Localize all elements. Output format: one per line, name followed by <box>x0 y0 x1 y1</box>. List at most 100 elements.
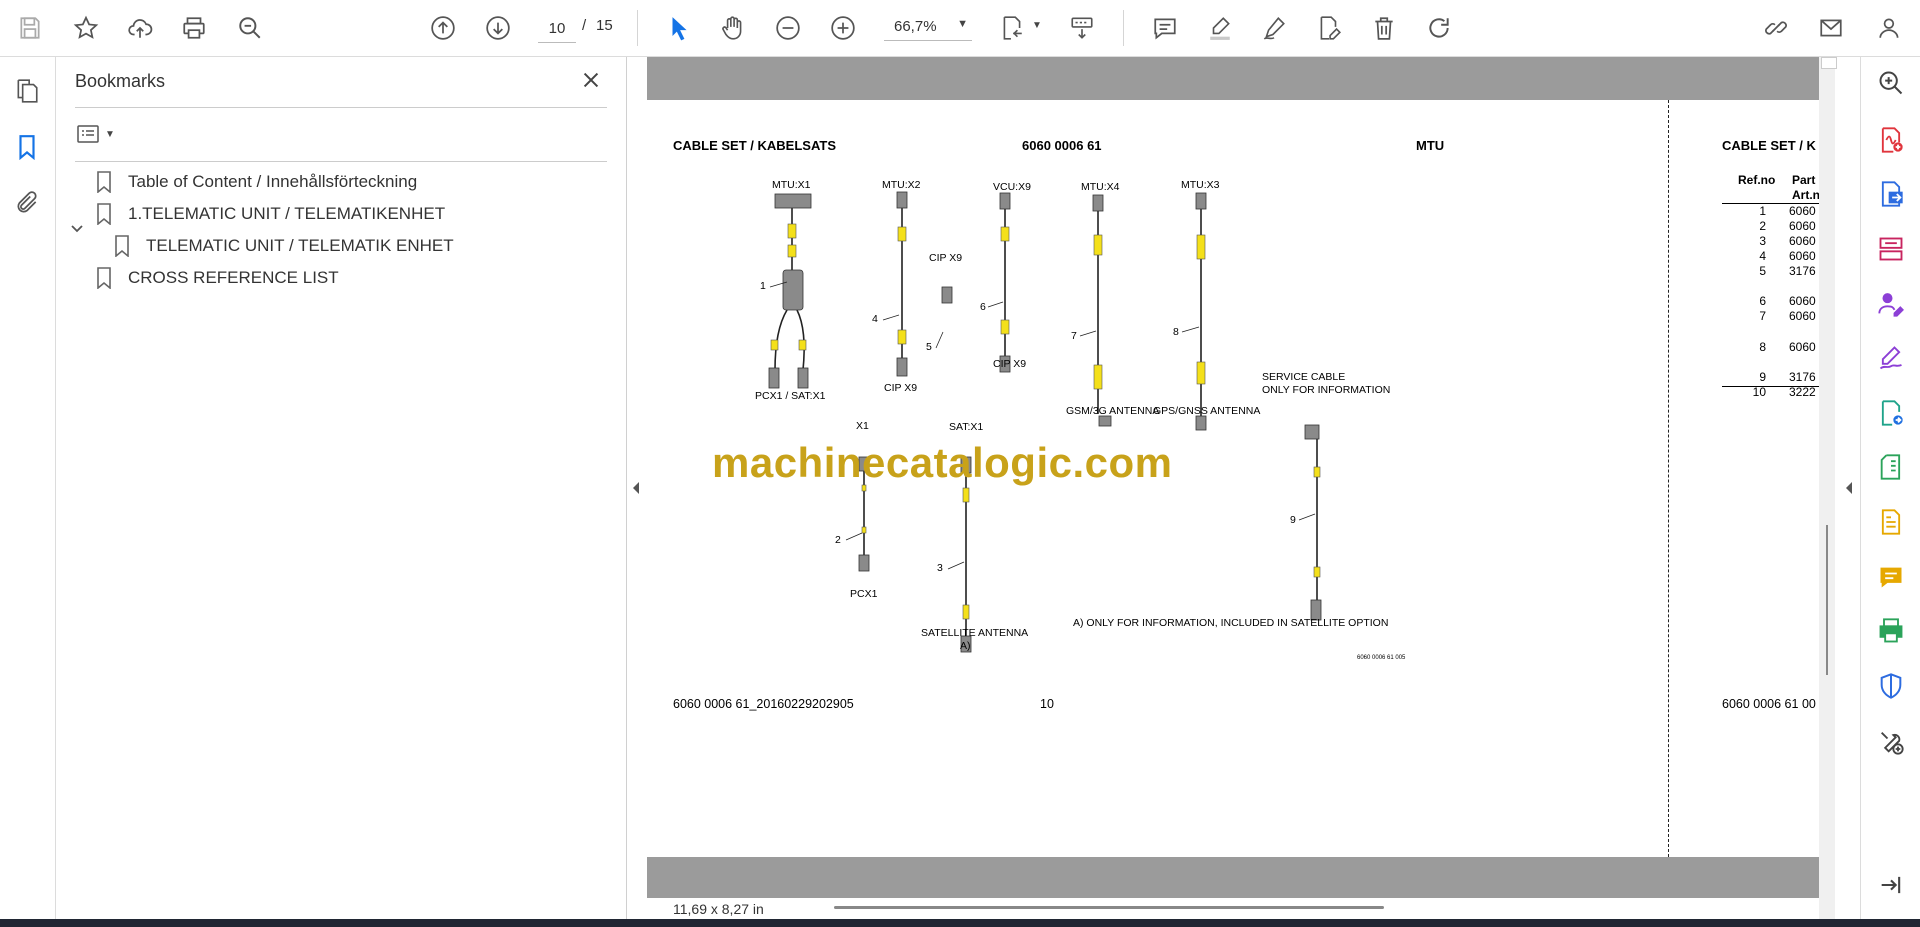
callout-7: 7 <box>1071 330 1077 342</box>
bookmark-label: CROSS REFERENCE LIST <box>128 268 339 287</box>
scroll-up-button[interactable] <box>1821 57 1837 69</box>
prev-page-icon[interactable] <box>427 12 459 44</box>
bookmark-item-telematic-enhet[interactable]: TELEMATIC UNIT / TELEMATIK ENHET <box>114 231 454 261</box>
footnote: A) ONLY FOR INFORMATION, INCLUDED IN SAT… <box>1073 617 1389 629</box>
zoom-select[interactable]: 66,7% ▼ <box>884 14 972 41</box>
export-pdf-icon[interactable] <box>1875 178 1907 210</box>
scrollbar-thumb[interactable] <box>1826 525 1828 675</box>
parts-list-ref: 7 <box>1759 309 1766 323</box>
print-icon[interactable] <box>178 12 210 44</box>
callout-9: 9 <box>1290 514 1296 526</box>
request-signatures-icon[interactable] <box>1875 288 1907 320</box>
next-page-header: CABLE SET / K <box>1722 138 1816 153</box>
parts-list-ref: 10 <box>1752 385 1766 399</box>
parts-list-ref: 9 <box>1759 370 1766 384</box>
fit-page-icon[interactable] <box>996 12 1028 44</box>
parts-list-part: 3176 <box>1789 264 1816 278</box>
label-satellite-antenna: SATELLITE ANTENNA <box>921 627 1029 639</box>
bookmark-item-telematic-unit[interactable]: 1.TELEMATIC UNIT / TELEMATIKENHET <box>96 199 445 229</box>
protect-icon[interactable] <box>1875 670 1907 702</box>
label-cip-x9: CIP X9 <box>884 382 918 394</box>
hand-tool-icon[interactable] <box>717 12 749 44</box>
create-pdf-icon[interactable] <box>1875 124 1907 156</box>
attachments-icon[interactable] <box>12 188 42 218</box>
next-page-icon[interactable] <box>482 12 514 44</box>
parts-list-part: 6060 <box>1789 234 1816 248</box>
find-icon[interactable] <box>234 12 266 44</box>
draw-icon[interactable] <box>1258 12 1290 44</box>
page-boundary-line <box>1668 100 1669 857</box>
bookmark-label: 1.TELEMATIC UNIT / TELEMATIKENHET <box>128 204 446 223</box>
print-production-icon[interactable] <box>1875 615 1907 647</box>
scan-ocr-icon[interactable] <box>1875 506 1907 538</box>
callout-1: 1 <box>760 280 766 292</box>
upload-cloud-icon[interactable] <box>124 12 156 44</box>
zoom-in-icon[interactable] <box>827 12 859 44</box>
page-number-input[interactable] <box>538 14 576 43</box>
label-service-cable: SERVICE CABLE <box>1262 371 1346 383</box>
parts-list-col-art: Art.n <box>1792 188 1819 202</box>
drawing-number: 6060 0006 61 005 <box>1357 655 1406 661</box>
edit-pdf-icon[interactable] <box>1313 12 1345 44</box>
comment-icon[interactable] <box>1149 12 1181 44</box>
expand-panel-icon[interactable] <box>1875 869 1907 901</box>
account-icon[interactable] <box>1874 12 1906 44</box>
parts-list-part: 6060 <box>1789 340 1816 354</box>
taskbar-strip <box>0 919 1920 927</box>
label-mtu-x2: MTU:X2 <box>882 179 921 191</box>
comment-panel-icon[interactable] <box>1875 561 1907 593</box>
page-separator: / <box>582 17 587 34</box>
email-icon[interactable] <box>1815 12 1847 44</box>
callout-6: 6 <box>980 301 986 313</box>
page-thumbnails-icon[interactable] <box>12 76 42 106</box>
scrolling-mode-icon[interactable] <box>1066 12 1098 44</box>
parts-list-part: 6060 <box>1789 309 1816 323</box>
share-link-icon[interactable] <box>1760 12 1792 44</box>
chevron-down-icon[interactable] <box>70 222 84 236</box>
save-icon[interactable] <box>14 12 46 44</box>
parts-list-ref: 5 <box>1759 264 1766 278</box>
fit-page-caret-icon[interactable]: ▼ <box>1032 20 1042 31</box>
close-icon[interactable] <box>578 67 604 93</box>
toolbar-divider <box>1123 10 1124 46</box>
redo-icon[interactable] <box>1423 12 1455 44</box>
organize-pages-icon[interactable] <box>1875 233 1907 265</box>
label-only-for-information: ONLY FOR INFORMATION <box>1262 384 1391 396</box>
compress-pdf-icon[interactable] <box>1875 451 1907 483</box>
bookmark-item-cross-reference[interactable]: CROSS REFERENCE LIST <box>96 263 339 293</box>
tools-rail <box>1860 57 1920 919</box>
fill-sign-icon[interactable] <box>1875 342 1907 374</box>
bookmark-label: Table of Content / Innehållsförteckning <box>128 172 418 191</box>
zoom-out-icon[interactable] <box>772 12 804 44</box>
callout-2: 2 <box>835 534 841 546</box>
label-cip-x9: CIP X9 <box>993 358 1027 370</box>
label-sat-x1: SAT:X1 <box>949 421 984 433</box>
select-arrow-icon[interactable] <box>663 12 695 44</box>
vertical-scrollbar[interactable] <box>1819 57 1835 919</box>
parts-list-ref: 4 <box>1759 249 1766 263</box>
page-gap <box>647 857 1819 898</box>
chevron-down-icon: ▼ <box>957 18 968 30</box>
bookmarks-icon[interactable] <box>12 132 42 162</box>
label-vcu-x9: VCU:X9 <box>993 181 1031 193</box>
divider <box>75 161 607 162</box>
send-for-review-icon[interactable] <box>1875 397 1907 429</box>
parts-list-part: 3176 <box>1789 370 1816 384</box>
bookmark-item-table-of-content[interactable]: Table of Content / Innehållsförteckning <box>96 167 417 197</box>
collapse-right-panel-icon[interactable] <box>1841 478 1857 498</box>
zoom-search-icon[interactable] <box>1875 67 1907 99</box>
collapse-left-panel-icon[interactable] <box>628 478 644 498</box>
parts-list-part: 6060 <box>1789 249 1816 263</box>
more-tools-icon[interactable] <box>1875 726 1907 758</box>
bookmark-icon <box>97 267 111 289</box>
delete-icon[interactable] <box>1368 12 1400 44</box>
highlight-icon[interactable] <box>1204 12 1236 44</box>
bookmark-options-button[interactable]: ▼ <box>75 119 123 149</box>
next-page-footer: 6060 0006 61 00 <box>1722 697 1816 711</box>
horizontal-scrollbar-thumb[interactable] <box>834 906 1384 909</box>
document-viewport[interactable]: CABLE SET / KABELSATS 6060 0006 61 MTU C… <box>647 57 1837 919</box>
label-cip-x9: CIP X9 <box>929 252 963 264</box>
parts-list-col-ref: Ref.no <box>1738 173 1776 187</box>
bookmark-star-icon[interactable] <box>70 12 102 44</box>
page-gap <box>647 57 1819 100</box>
